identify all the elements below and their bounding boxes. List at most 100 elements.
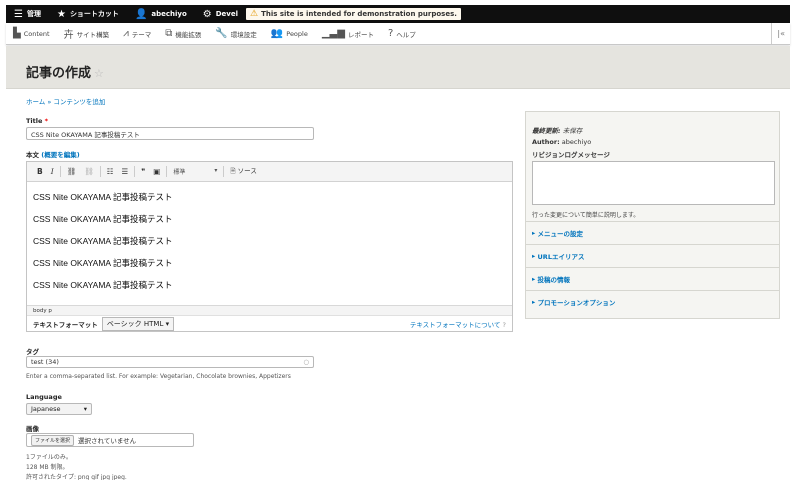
image-size-limit: 128 MB 制限。: [26, 464, 69, 471]
last-saved-value: 未保存: [562, 127, 583, 135]
bulleted-list-button[interactable]: ☷: [103, 167, 118, 176]
revision-log-label: リビジョンログメッセージ: [532, 151, 610, 159]
link-button[interactable]: ⛓: [63, 167, 81, 176]
help-icon: ?: [502, 321, 506, 329]
title-label: Title *: [26, 117, 48, 125]
section-authoring-info[interactable]: ▸ 投稿の情報: [526, 267, 779, 290]
star-icon: ★: [56, 8, 66, 20]
admin-toolbar: ☰ 管理 ★ ショートカット 👤 abechiyo ⚙ Devel ⚠ This site…: [6, 5, 790, 23]
editor-paragraph: CSS Nite OKAYAMA 記事投稿テスト: [33, 258, 173, 268]
text-format-select[interactable]: ベーシック HTML ▾: [101, 317, 175, 331]
section-promotion-options[interactable]: ▸ プロモーションオプション: [526, 290, 779, 313]
title-input[interactable]: CSS Nite OKAYAMA 記事投稿テスト: [26, 127, 314, 140]
sitemap-icon: 卉: [63, 30, 74, 41]
brush-icon: ⩘: [123, 28, 129, 39]
puzzle-icon: ⧉: [165, 28, 173, 39]
toolbar-user-label: abechiyo: [151, 10, 187, 18]
toolbar-shortcuts[interactable]: ★ ショートカット: [49, 5, 127, 23]
format-dropdown[interactable]: 標準 ▾: [169, 167, 221, 176]
tray-orientation-toggle[interactable]: |«: [771, 23, 790, 44]
shortcut-star-icon[interactable]: ☆: [94, 67, 104, 80]
tray-item-label: 機能拡張: [175, 30, 202, 39]
body-label-text: 本文: [26, 151, 39, 159]
toolbar-tray: ▙ Content 卉サイト構築 ⩘ テーマ ⧉ 機能拡張 🔧 環境設定 👥 People…: [6, 23, 790, 45]
bold-button[interactable]: B: [33, 167, 47, 176]
title-label-text: Title: [26, 117, 43, 125]
tray-item-help[interactable]: ? ヘルプ: [381, 28, 423, 39]
help-icon: ?: [387, 28, 394, 39]
demo-warning-text: This site is intended for demonstration …: [261, 10, 457, 18]
section-label: URLエイリアス: [537, 253, 585, 261]
editor-content[interactable]: CSS Nite OKAYAMA 記事投稿テスト CSS Nite OKAYAM…: [27, 182, 512, 305]
breadcrumb[interactable]: ホーム » コンテンツを追加: [26, 96, 105, 106]
blockquote-button[interactable]: ❞: [137, 167, 149, 176]
triangle-right-icon: ▸: [532, 229, 536, 237]
tray-item-label: People: [286, 29, 308, 38]
last-saved-label: 最終更新:: [532, 127, 561, 135]
chevron-down-icon: ▾: [83, 405, 87, 413]
toolbar-divider: [134, 166, 136, 177]
image-label: 画像: [26, 425, 39, 433]
toolbar-user[interactable]: 👤 abechiyo: [127, 5, 195, 23]
author: Author: abechiyo: [532, 138, 773, 146]
tray-item-extend[interactable]: ⧉ 機能拡張: [158, 28, 208, 39]
numbered-list-button[interactable]: ☰: [117, 167, 132, 176]
demo-warning: ⚠ This site is intended for demonstration…: [246, 8, 461, 20]
tags-input-value: test (34): [31, 358, 59, 366]
page-title: 記事の作成 ☆: [26, 62, 104, 81]
unlink-button[interactable]: ⛓: [80, 167, 98, 176]
page-title-text: 記事の作成: [26, 66, 92, 81]
tray-item-label: 環境設定: [230, 30, 257, 39]
toolbar-manage-label: 管理: [26, 10, 41, 18]
document-icon: ▙: [13, 28, 21, 39]
editor-paragraph: CSS Nite OKAYAMA 記事投稿テスト: [33, 280, 173, 290]
toolbar-divider: [223, 166, 225, 177]
italic-button[interactable]: I: [47, 167, 58, 176]
edit-summary-link[interactable]: (概要を編集): [41, 151, 79, 159]
element-path: body p: [27, 305, 512, 315]
source-icon: 🗎: [230, 167, 236, 175]
chevron-down-icon: ▾: [214, 167, 218, 174]
text-format-label: テキストフォーマット: [33, 321, 98, 329]
tags-input[interactable]: test (34) ○: [26, 356, 314, 368]
image-allowed-types: 許可されたタイプ: png gif jpg jpeg.: [26, 474, 127, 480]
section-menu-settings[interactable]: ▸ メニューの設定: [526, 221, 779, 244]
tray-item-config[interactable]: 🔧 環境設定: [208, 28, 263, 39]
author-value: abechiyo: [561, 138, 592, 146]
source-button[interactable]: 🗎 ソース: [226, 165, 261, 178]
image-description: 1ファイルのみ。: [26, 454, 72, 461]
toolbar-shortcuts-label: ショートカット: [69, 10, 119, 18]
text-format-help-text: テキストフォーマットについて: [409, 321, 501, 329]
revision-log-textarea[interactable]: [532, 161, 775, 205]
section-label: 投稿の情報: [537, 276, 571, 284]
toolbar-divider: [166, 166, 168, 177]
language-label: Language: [26, 393, 62, 401]
menu-icon: ☰: [14, 8, 23, 20]
choose-file-button[interactable]: ファイルを選択: [31, 434, 75, 446]
people-icon: 👥: [270, 28, 284, 39]
section-label: プロモーションオプション: [537, 299, 616, 307]
tags-description: Enter a comma-separated list. For exampl…: [26, 373, 291, 380]
tray-item-reports[interactable]: ▁▃▆ レポート: [315, 28, 381, 39]
wrench-icon: 🔧: [215, 28, 228, 39]
toolbar-divider: [59, 166, 61, 177]
tray-item-label: テーマ: [131, 30, 152, 39]
toolbar-devel-label: Devel: [215, 10, 239, 18]
toolbar-manage[interactable]: ☰ 管理: [6, 5, 49, 23]
bar-chart-icon: ▁▃▆: [321, 28, 345, 39]
toolbar-devel[interactable]: ⚙ Devel: [195, 5, 246, 23]
warning-icon: ⚠: [250, 9, 259, 19]
tray-item-appearance[interactable]: ⩘ テーマ: [116, 28, 158, 39]
tray-item-content[interactable]: ▙ Content: [6, 28, 57, 39]
language-select[interactable]: Japanese ▾: [26, 403, 92, 415]
text-format-row: テキストフォーマット ベーシック HTML ▾ テキストフォーマットについて ?: [27, 315, 512, 332]
triangle-right-icon: ▸: [532, 252, 536, 260]
gear-icon: ⚙: [202, 8, 212, 20]
image-button[interactable]: ▣: [149, 167, 164, 176]
tray-item-people[interactable]: 👥 People: [264, 28, 315, 39]
format-dropdown-value: 標準: [173, 169, 186, 176]
body-label: 本文 (概要を編集): [26, 149, 80, 159]
section-url-alias[interactable]: ▸ URLエイリアス: [526, 244, 779, 267]
text-format-help-link[interactable]: テキストフォーマットについて ?: [410, 319, 506, 329]
tray-item-structure[interactable]: 卉サイト構築: [57, 26, 117, 41]
